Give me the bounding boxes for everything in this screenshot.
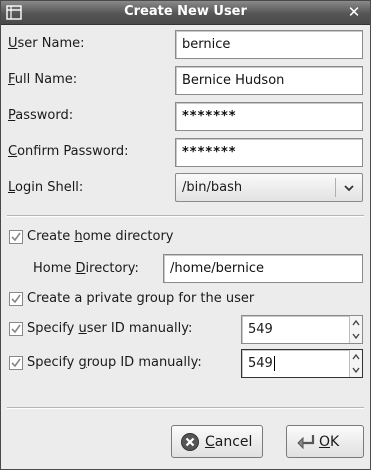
combo-separator xyxy=(335,178,336,197)
text-caret xyxy=(273,356,275,371)
user-id-spin-buttons[interactable] xyxy=(349,316,362,343)
private-group-label[interactable]: Create a private group for the user xyxy=(27,291,254,306)
group-id-checkbox[interactable] xyxy=(9,356,23,370)
username-label: User Name: xyxy=(8,36,85,51)
fullname-label: Full Name: xyxy=(8,72,78,87)
spin-up-icon[interactable] xyxy=(352,353,360,361)
login-shell-label: Login Shell: xyxy=(8,180,84,195)
user-id-checkbox[interactable] xyxy=(9,322,23,336)
ok-label: OK xyxy=(319,434,340,450)
cancel-icon xyxy=(181,433,199,451)
section-separator xyxy=(7,215,364,217)
chevron-down-icon[interactable] xyxy=(343,182,355,194)
button-separator xyxy=(7,407,364,409)
group-id-spin-buttons[interactable] xyxy=(349,350,362,377)
spin-down-icon[interactable] xyxy=(352,366,360,374)
window-title: Create New User xyxy=(124,4,247,19)
home-directory-input[interactable]: /home/bernice xyxy=(163,254,363,283)
cancel-label: Cancel xyxy=(205,434,253,450)
confirm-password-label: Confirm Password: xyxy=(8,144,129,159)
password-input[interactable]: ******* xyxy=(175,102,363,131)
group-id-text: 549 xyxy=(248,356,273,371)
login-shell-combo[interactable]: /bin/bash xyxy=(175,173,363,202)
confirm-password-input[interactable]: ******* xyxy=(175,138,363,167)
spin-up-icon[interactable] xyxy=(352,319,360,327)
user-id-value: 549 xyxy=(248,322,273,337)
group-id-value: 549 xyxy=(248,356,275,371)
create-home-label[interactable]: Create home directory xyxy=(27,229,173,244)
ok-button[interactable]: OK xyxy=(286,425,364,458)
title-bar[interactable]: Create New User ✕ xyxy=(1,1,370,25)
password-label: Password: xyxy=(8,108,74,123)
group-id-label[interactable]: Specify group ID manually: xyxy=(27,355,202,370)
group-id-spinbox[interactable]: 549 xyxy=(241,349,363,378)
user-id-label[interactable]: Specify user ID manually: xyxy=(27,321,192,336)
login-shell-value: /bin/bash xyxy=(182,180,243,195)
fullname-input[interactable]: Bernice Hudson xyxy=(175,66,363,95)
private-group-checkbox[interactable] xyxy=(9,292,23,306)
username-input[interactable]: bernice xyxy=(175,30,363,59)
user-id-spinbox[interactable]: 549 xyxy=(241,315,363,344)
enter-arrow-icon xyxy=(297,435,315,450)
create-user-dialog: Create New User ✕ User Name: bernice Ful… xyxy=(0,0,371,470)
cancel-button[interactable]: Cancel xyxy=(171,425,263,458)
spin-down-icon[interactable] xyxy=(352,332,360,340)
home-directory-label: Home Directory: xyxy=(33,261,139,276)
create-home-checkbox[interactable] xyxy=(9,230,23,244)
close-button[interactable]: ✕ xyxy=(346,4,362,20)
